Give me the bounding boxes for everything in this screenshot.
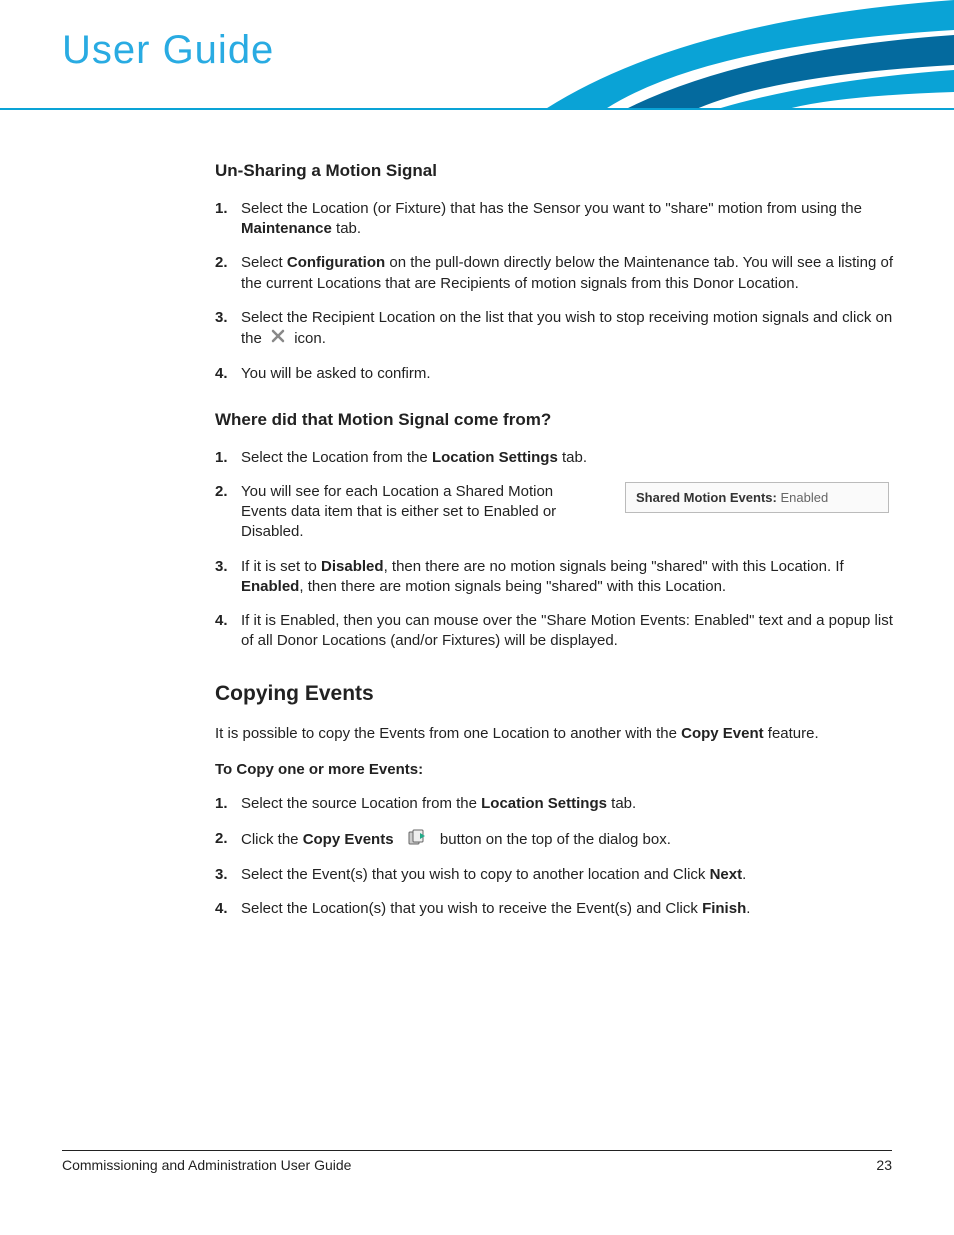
bold-text: Location Settings — [432, 449, 558, 466]
step-text: You will be asked to confirm. — [241, 365, 431, 382]
list-item: You will be asked to confirm. — [215, 364, 894, 384]
step-text: Select — [241, 254, 287, 271]
step-text: , then there are no motion signals being… — [384, 558, 844, 575]
footer-left: Commissioning and Administration User Gu… — [62, 1157, 351, 1173]
bold-text: Copy Event — [681, 725, 764, 742]
list-item: Click the Copy Events button on the top … — [215, 829, 894, 851]
intro-text: feature. — [764, 725, 819, 742]
list-item: If it is set to Disabled, then there are… — [215, 557, 894, 598]
bold-text: Maintenance — [241, 220, 332, 237]
step-text: If it is Enabled, then you can mouse ove… — [241, 612, 893, 649]
content-area: Un-Sharing a Motion Signal Select the Lo… — [0, 110, 954, 919]
section-heading-copying: Copying Events — [215, 680, 894, 708]
footer-page-number: 23 — [876, 1157, 892, 1173]
intro-text: It is possible to copy the Events from o… — [215, 725, 681, 742]
list-item: Select the Recipient Location on the lis… — [215, 308, 894, 351]
section-heading-unsharing: Un-Sharing a Motion Signal — [215, 160, 894, 183]
list-item: You will see for each Location a Shared … — [215, 482, 894, 543]
shared-motion-events-box: Shared Motion Events: Enabled — [625, 482, 889, 514]
step-text: tab. — [607, 795, 636, 812]
step-text: Select the Event(s) that you wish to cop… — [241, 866, 710, 883]
copying-steps: Select the source Location from the Loca… — [215, 794, 894, 919]
step-text: You will see for each Location a Shared … — [241, 482, 601, 543]
step-text: , then there are motion signals being "s… — [299, 578, 726, 595]
copy-events-icon — [408, 829, 426, 851]
list-item: If it is Enabled, then you can mouse ove… — [215, 611, 894, 652]
list-item: Select the Location from the Location Se… — [215, 448, 894, 468]
list-item: Select the source Location from the Loca… — [215, 794, 894, 814]
bold-text: Enabled — [241, 578, 299, 595]
list-item: Select the Location (or Fixture) that ha… — [215, 199, 894, 240]
step-text: Select the Location (or Fixture) that ha… — [241, 200, 862, 217]
step-text: Select the Location(s) that you wish to … — [241, 900, 702, 917]
step-text: If it is set to — [241, 558, 321, 575]
step-text: icon. — [294, 330, 326, 347]
sme-value: Enabled — [777, 490, 828, 505]
bold-text: Configuration — [287, 254, 385, 271]
step-text: Select the source Location from the — [241, 795, 481, 812]
step-text: Select the Location from the — [241, 449, 432, 466]
list-item: Select the Event(s) that you wish to cop… — [215, 865, 894, 885]
header-title: User Guide — [62, 28, 274, 73]
bold-text: Location Settings — [481, 795, 607, 812]
page-footer: Commissioning and Administration User Gu… — [62, 1150, 892, 1173]
list-item: Select the Location(s) that you wish to … — [215, 899, 894, 919]
section-heading-where: Where did that Motion Signal come from? — [215, 409, 894, 432]
bold-text: Copy Events — [303, 831, 394, 848]
step-text: button on the top of the dialog box. — [440, 831, 671, 848]
step-text: tab. — [332, 220, 361, 237]
step-text: Select the Recipient Location on the lis… — [241, 309, 892, 347]
sme-label: Shared Motion Events: — [636, 490, 777, 505]
copying-subheading: To Copy one or more Events: — [215, 760, 894, 780]
step-text: . — [746, 900, 750, 917]
where-steps: Select the Location from the Location Se… — [215, 448, 894, 652]
bold-text: Disabled — [321, 558, 384, 575]
delete-x-icon — [270, 328, 286, 350]
header-swoosh-graphic — [484, 0, 954, 110]
page-header: User Guide — [0, 0, 954, 110]
page: User Guide Un-Sharing a Motion Signal Se… — [0, 0, 954, 1235]
bold-text: Finish — [702, 900, 746, 917]
step-text: tab. — [558, 449, 587, 466]
step-text: Click the — [241, 831, 303, 848]
list-item: Select Configuration on the pull-down di… — [215, 253, 894, 294]
unsharing-steps: Select the Location (or Fixture) that ha… — [215, 199, 894, 385]
step-text: . — [742, 866, 746, 883]
bold-text: Next — [710, 866, 743, 883]
copying-intro: It is possible to copy the Events from o… — [215, 724, 894, 744]
